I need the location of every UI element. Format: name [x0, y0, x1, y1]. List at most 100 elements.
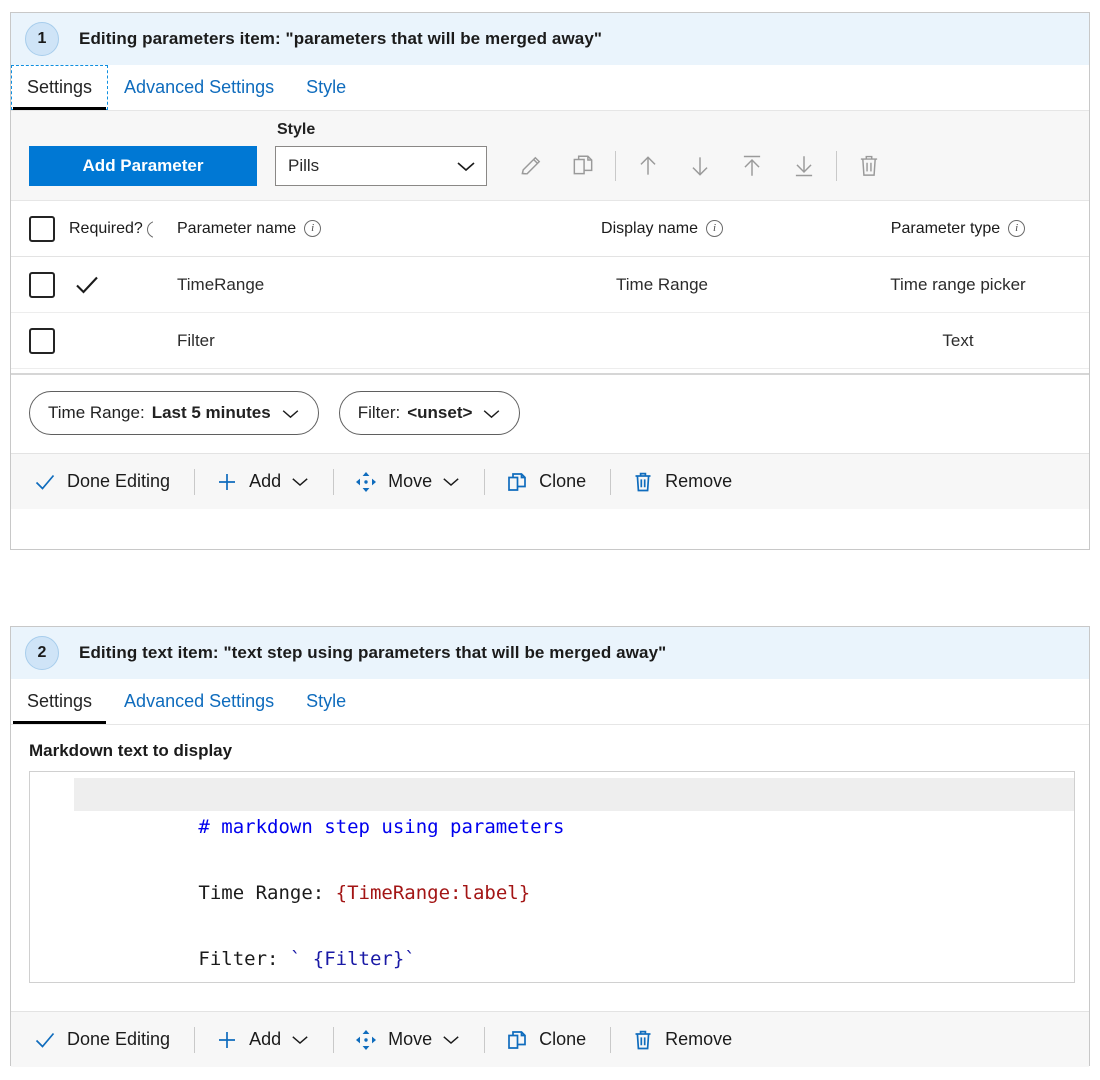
check-icon [73, 271, 101, 299]
editor-line: Filter: ` {Filter}` [74, 910, 1074, 943]
tab-settings[interactable]: Settings [11, 65, 108, 110]
workbook-editor-page: 1 Editing parameters item: "parameters t… [0, 0, 1100, 1080]
row-required-cell [55, 271, 167, 299]
action-bar-text: Done Editing Add Move [11, 1011, 1089, 1067]
row-parameter-type-value: Text [942, 331, 973, 351]
action-bar-parameters: Done Editing Add Move [11, 453, 1089, 509]
tab-advanced-settings[interactable]: Advanced Settings [108, 679, 290, 724]
editor-gutter [30, 772, 74, 982]
add-label: Add [249, 471, 281, 492]
pill-filter[interactable]: Filter: <unset> [339, 391, 521, 435]
tab-style-label: Style [306, 77, 346, 98]
remove-label: Remove [665, 1029, 732, 1050]
action-separator [194, 1027, 195, 1053]
column-header-display-name: Display name i [497, 220, 827, 238]
trash-icon [631, 1028, 655, 1052]
pill-filter-label: Filter: [358, 403, 401, 423]
editor-token-parameter: ` {Filter}` [290, 948, 416, 970]
done-editing-button[interactable]: Done Editing [33, 1028, 174, 1052]
move-to-top-icon[interactable] [726, 146, 778, 186]
row-parameter-type-value: Time range picker [890, 275, 1025, 295]
editor-line: Time Range: {TimeRange:label} [74, 844, 1074, 877]
done-editing-button[interactable]: Done Editing [33, 470, 174, 494]
column-header-display-name-label: Display name [601, 220, 698, 238]
tab-settings-label: Settings [27, 691, 92, 712]
info-icon[interactable]: i [304, 220, 321, 237]
move-icon [354, 470, 378, 494]
clone-button[interactable]: Clone [505, 470, 590, 494]
clone-icon[interactable] [557, 146, 609, 186]
delete-icon[interactable] [843, 146, 895, 186]
remove-button[interactable]: Remove [631, 470, 736, 494]
info-icon[interactable]: i [1008, 220, 1025, 237]
move-label: Move [388, 1029, 432, 1050]
column-header-required: Required? i [55, 219, 167, 238]
row-parameter-type-cell: Time range picker [827, 275, 1089, 295]
move-to-bottom-icon[interactable] [778, 146, 830, 186]
clone-icon [505, 1028, 529, 1052]
move-icon [354, 1028, 378, 1052]
check-icon [33, 470, 57, 494]
pill-time-range[interactable]: Time Range: Last 5 minutes [29, 391, 319, 435]
column-header-parameter-type: Parameter type i [827, 220, 1089, 238]
action-separator [484, 1027, 485, 1053]
move-up-icon[interactable] [622, 146, 674, 186]
tab-settings-label: Settings [27, 77, 92, 98]
done-editing-label: Done Editing [67, 471, 170, 492]
clone-label: Clone [539, 471, 586, 492]
table-row[interactable]: TimeRange Time Range Time range picker [11, 257, 1089, 313]
parameters-step-card: 1 Editing parameters item: "parameters t… [10, 12, 1090, 550]
chevron-down-icon [291, 1034, 309, 1045]
tab-style-label: Style [306, 691, 346, 712]
tab-settings[interactable]: Settings [11, 679, 108, 724]
add-label: Add [249, 1029, 281, 1050]
action-separator [610, 469, 611, 495]
select-all-checkbox[interactable] [29, 216, 55, 242]
row-select-checkbox[interactable] [29, 272, 55, 298]
column-header-parameter-type-label: Parameter type [891, 220, 1000, 238]
tab-style[interactable]: Style [290, 679, 362, 724]
info-icon[interactable]: i [147, 219, 153, 238]
pill-time-range-label: Time Range: [48, 403, 145, 423]
editor-token: # markdown step using parameters [198, 816, 564, 838]
add-parameter-button[interactable]: Add Parameter [29, 146, 257, 186]
tab-style[interactable]: Style [290, 65, 362, 110]
parameters-toolbar: Add Parameter Style Pills [11, 111, 1089, 201]
parameters-table: Required? i Parameter name i Display nam… [11, 201, 1089, 375]
step-number-badge: 1 [25, 22, 59, 56]
done-editing-label: Done Editing [67, 1029, 170, 1050]
text-step-card: 2 Editing text item: "text step using pa… [10, 626, 1090, 1066]
parameters-icon-toolbar [505, 146, 895, 186]
editor-lines: # markdown step using parameters Time Ra… [74, 772, 1074, 982]
plus-icon [215, 470, 239, 494]
remove-label: Remove [665, 471, 732, 492]
card-header-parameters: 1 Editing parameters item: "parameters t… [11, 13, 1089, 65]
row-display-name-value: Time Range [616, 275, 708, 295]
markdown-editor[interactable]: # markdown step using parameters Time Ra… [29, 771, 1075, 983]
move-down-icon[interactable] [674, 146, 726, 186]
action-separator [484, 469, 485, 495]
add-button[interactable]: Add [215, 470, 313, 494]
row-display-name-cell: Time Range [497, 275, 827, 295]
remove-button[interactable]: Remove [631, 1028, 736, 1052]
plus-icon [215, 1028, 239, 1052]
style-select[interactable]: Pills [275, 146, 487, 186]
move-button[interactable]: Move [354, 1028, 464, 1052]
editor-token: Filter: [198, 948, 290, 970]
row-parameter-name-cell: Filter [167, 331, 497, 351]
column-header-required-label: Required? [69, 220, 143, 238]
edit-icon[interactable] [505, 146, 557, 186]
chevron-down-icon [442, 476, 460, 487]
info-icon[interactable]: i [706, 220, 723, 237]
clone-button[interactable]: Clone [505, 1028, 590, 1052]
move-button[interactable]: Move [354, 470, 464, 494]
card-header-text: 2 Editing text item: "text step using pa… [11, 627, 1089, 679]
style-field: Style Pills [275, 121, 487, 186]
chevron-down-icon [281, 408, 300, 419]
tab-advanced-settings[interactable]: Advanced Settings [108, 65, 290, 110]
pill-time-range-value: Last 5 minutes [152, 403, 271, 423]
row-select-checkbox[interactable] [29, 328, 55, 354]
table-row[interactable]: Filter Text [11, 313, 1089, 369]
add-button[interactable]: Add [215, 1028, 313, 1052]
chevron-down-icon [456, 160, 476, 172]
